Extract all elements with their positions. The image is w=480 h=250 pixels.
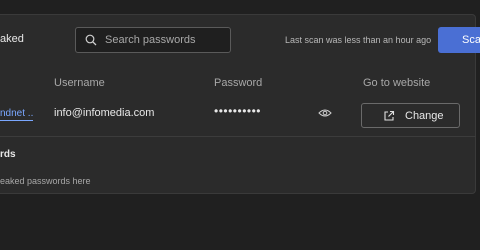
- card-title: aked: [0, 33, 24, 45]
- empty-state-text: eaked passwords here: [0, 176, 91, 186]
- last-scan-status: Last scan was less than an hour ago: [285, 35, 432, 45]
- search-input[interactable]: [105, 34, 225, 46]
- site-link[interactable]: ndnet ..: [0, 107, 34, 121]
- eye-icon[interactable]: [318, 108, 332, 118]
- column-header-password: Password: [214, 77, 263, 89]
- column-header-username: Username: [54, 77, 105, 89]
- username-value: info@infomedia.com: [54, 107, 155, 119]
- section-title: rds: [0, 149, 16, 160]
- scan-button[interactable]: Scan: [438, 27, 480, 53]
- change-button-label: Change: [405, 109, 444, 122]
- section-divider: [0, 136, 476, 137]
- change-password-button[interactable]: Change: [361, 103, 460, 128]
- search-box[interactable]: [75, 27, 231, 53]
- search-icon: [85, 34, 97, 46]
- password-value: ••••••••••: [214, 104, 262, 118]
- external-link-icon: [384, 110, 395, 121]
- column-header-website: Go to website: [363, 77, 431, 89]
- top-strip: [0, 0, 480, 14]
